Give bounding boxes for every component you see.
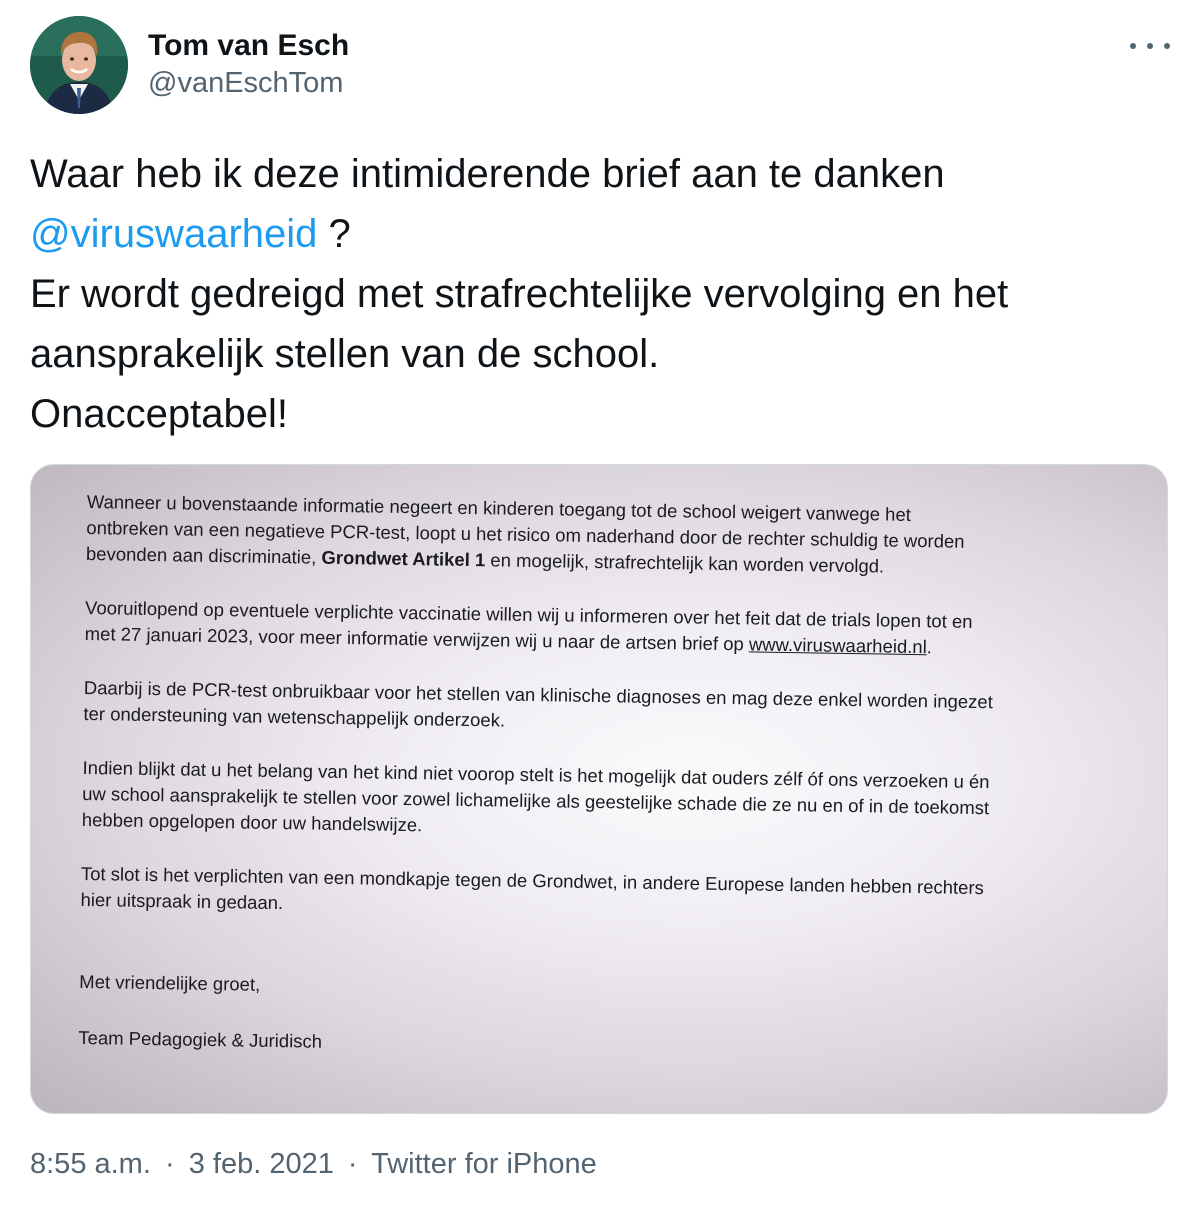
tweet-time[interactable]: 8:55 a.m. [30,1148,151,1180]
tweet-line: Waar heb ik deze intimiderende brief aan… [30,152,945,196]
letter-closing: Met vriendelijke groet, [79,969,1119,1011]
tweet-line: aansprakelijk stellen van de school. [30,332,660,376]
letter-text: en mogelijk, strafrechtelijk kan worden … [485,549,885,577]
tweet-text: Waar heb ik deze intimiderende brief aan… [30,144,1170,444]
letter-paragraph: Vooruitlopend op eventuele verplichte va… [85,595,1126,663]
tweet-text-fragment: ? [317,212,351,256]
separator: · [164,1148,175,1180]
letter-paragraph: Daarbij is de PCR-test onbruikbaar voor … [83,675,1124,743]
more-dot [1130,43,1136,49]
tweet-line: @viruswaarheid ? [30,204,1170,264]
user-handle[interactable]: @vanEschTom [148,65,349,101]
letter-text: bevonden aan discriminatie, [85,542,322,568]
separator: · [347,1148,358,1180]
letter-line: Team Pedagogiek & Juridisch [78,1026,323,1052]
letter-photo-text: Wanneer u bovenstaande informatie negeer… [78,489,1127,1095]
tweet-date[interactable]: 3 feb. 2021 [189,1148,334,1180]
avatar[interactable] [30,16,128,114]
display-name[interactable]: Tom van Esch [148,28,349,64]
tweet-image[interactable]: Wanneer u bovenstaande informatie negeer… [30,464,1168,1114]
letter-bold-text: Grondwet Artikel 1 [321,546,486,571]
letter-paragraph: Tot slot is het verplichten van een mond… [80,861,1121,929]
mention-link[interactable]: @viruswaarheid [30,212,317,256]
more-dot [1147,43,1153,49]
tweet-source[interactable]: Twitter for iPhone [371,1148,597,1180]
tweet-line: Er wordt gedreigd met strafrechtelijke v… [30,272,1009,316]
profile-photo-icon [30,16,128,114]
letter-paragraph: Indien blijkt dat u het belang van het k… [82,755,1123,849]
tweet-line: Onacceptabel! [30,392,288,436]
letter-line: Met vriendelijke groet, [79,970,261,995]
tweet-metadata: 8:55 a.m. · 3 feb. 2021 · Twitter for iP… [30,1144,597,1184]
letter-paragraph: Wanneer u bovenstaande informatie negeer… [86,489,1127,583]
letter-signature: Team Pedagogiek & Juridisch [78,1025,1118,1067]
tweet-header: Tom van Esch @vanEschTom [30,16,1170,116]
user-block: Tom van Esch @vanEschTom [148,28,349,101]
letter-url: www.viruswaarheid.nl [748,633,927,658]
letter-text: . [926,636,933,658]
more-dot [1164,43,1170,49]
more-options-icon[interactable] [1130,36,1170,56]
